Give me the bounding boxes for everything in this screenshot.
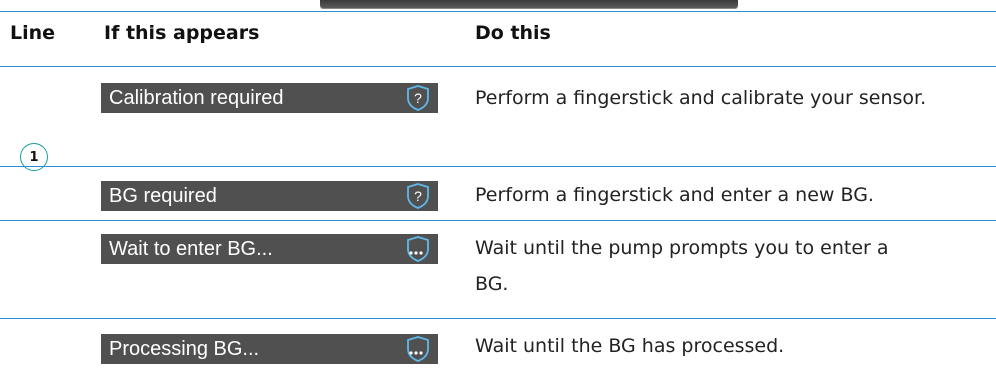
action-text: Perform a fingerstick and enter a new BG… xyxy=(475,184,874,206)
top-image-strip xyxy=(320,0,738,8)
row-rule xyxy=(0,166,996,167)
dots-shield-icon xyxy=(407,336,429,362)
row-rule xyxy=(0,318,996,319)
action-text-line1: Wait until the pump prompts you to enter… xyxy=(475,237,889,259)
svg-text:?: ? xyxy=(414,188,422,204)
action-text: Perform a fingerstick and calibrate your… xyxy=(475,87,927,109)
header-bottom-rule xyxy=(0,66,996,67)
table-row-screen-processing-bg: Processing BG... xyxy=(101,334,438,364)
table-row-screen-bg-required: BG required ? xyxy=(101,181,438,211)
screen-text: Calibration required xyxy=(109,86,284,109)
svg-text:?: ? xyxy=(414,90,422,106)
row-rule xyxy=(0,220,996,221)
action-text-line2: BG. xyxy=(475,273,509,295)
screen-text: Processing BG... xyxy=(109,337,260,360)
question-shield-icon: ? xyxy=(407,183,429,209)
screen-text: BG required xyxy=(109,184,217,207)
question-shield-icon: ? xyxy=(407,85,429,111)
table-top-rule xyxy=(0,11,996,12)
table-row-screen-wait-to-enter-bg: Wait to enter BG... xyxy=(101,234,438,264)
action-text: Wait until the BG has processed. xyxy=(475,335,785,357)
header-if-this-appears: If this appears xyxy=(104,22,260,44)
screen-text: Wait to enter BG... xyxy=(109,237,273,260)
dots-shield-icon xyxy=(407,236,429,262)
table-row-screen-calibration-required: Calibration required ? xyxy=(101,83,438,113)
header-line: Line xyxy=(10,22,56,44)
header-do-this: Do this xyxy=(475,22,551,44)
